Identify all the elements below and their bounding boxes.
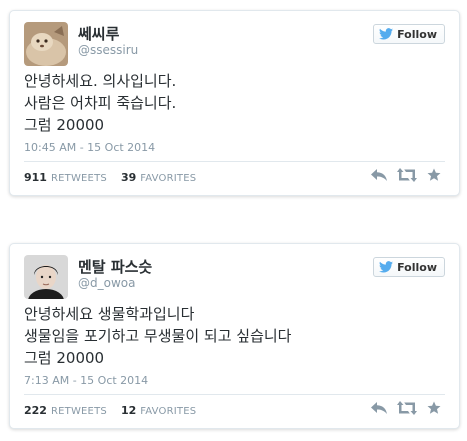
- tweet-text: 안녕하세요. 의사입니다. 사람은 어차피 죽습니다. 그럼 20000: [24, 70, 176, 136]
- avatar[interactable]: [24, 255, 68, 299]
- retweet-icon[interactable]: [397, 401, 417, 415]
- retweet-count[interactable]: 222: [24, 404, 47, 417]
- tweet-card: 멘탈 파스슷 @d_owoa Follow 안녕하세요 생물학과입니다 생물임을…: [9, 243, 460, 429]
- tweet-text-line: 생물임을 포기하고 무생물이 되고 싶습니다: [24, 327, 292, 345]
- divider: [24, 161, 445, 162]
- retweet-icon[interactable]: [397, 168, 417, 182]
- follow-label: Follow: [397, 260, 437, 274]
- favorite-count[interactable]: 12: [121, 404, 136, 417]
- tweet-text-line: 그럼 20000: [24, 116, 105, 134]
- retweet-label: RETWEETS: [50, 173, 107, 184]
- reply-icon[interactable]: [371, 401, 387, 415]
- tweet-text-line: 사람은 어차피 죽습니다.: [24, 94, 177, 112]
- display-name[interactable]: 멘탈 파스슷: [78, 256, 152, 277]
- star-icon[interactable]: [427, 168, 441, 182]
- reply-icon[interactable]: [371, 168, 387, 182]
- favorite-label: FAVORITES: [140, 173, 197, 184]
- tweet-stats: 911 RETWEETS 39 FAVORITES: [24, 171, 196, 184]
- retweet-count[interactable]: 911: [24, 171, 47, 184]
- user-handle[interactable]: @ssessiru: [78, 43, 138, 57]
- tweet-text-line: 안녕하세요 생물학과입니다: [24, 305, 195, 323]
- follow-button[interactable]: Follow: [373, 24, 445, 44]
- star-icon[interactable]: [427, 401, 441, 415]
- tweet-timestamp[interactable]: 7:13 AM - 15 Oct 2014: [24, 374, 148, 387]
- tweet-stats: 222 RETWEETS 12 FAVORITES: [24, 404, 196, 417]
- divider: [24, 394, 445, 395]
- tweet-card: 쎄씨루 @ssessiru Follow 안녕하세요. 의사입니다. 사람은 어…: [9, 10, 460, 196]
- tweet-text-line: 안녕하세요. 의사입니다.: [24, 72, 177, 90]
- favorite-count[interactable]: 39: [121, 171, 136, 184]
- tweet-timestamp[interactable]: 10:45 AM - 15 Oct 2014: [24, 141, 155, 154]
- favorite-label: FAVORITES: [140, 406, 197, 417]
- tweet-actions: [371, 168, 441, 182]
- retweet-label: RETWEETS: [50, 406, 107, 417]
- user-handle[interactable]: @d_owoa: [78, 276, 135, 290]
- tweet-text: 안녕하세요 생물학과입니다 생물임을 포기하고 무생물이 되고 싶습니다 그럼 …: [24, 303, 291, 369]
- tweet-text-line: 그럼 20000: [24, 349, 105, 367]
- tweet-actions: [371, 401, 441, 415]
- follow-button[interactable]: Follow: [373, 257, 445, 277]
- twitter-bird-icon: [379, 261, 394, 273]
- follow-label: Follow: [397, 27, 437, 41]
- display-name[interactable]: 쎄씨루: [78, 23, 119, 44]
- twitter-bird-icon: [379, 28, 394, 40]
- avatar[interactable]: [24, 22, 68, 66]
